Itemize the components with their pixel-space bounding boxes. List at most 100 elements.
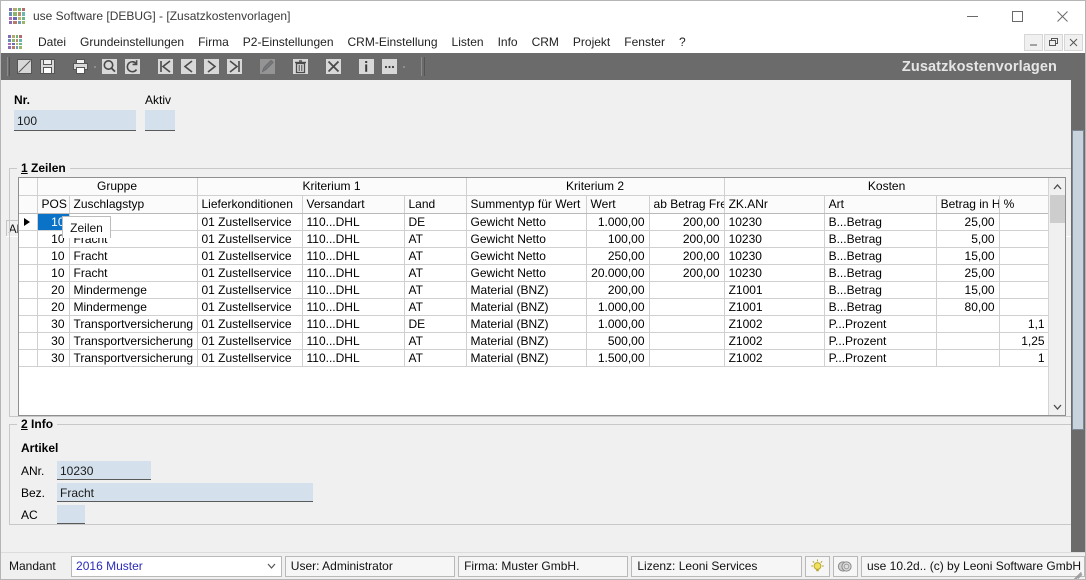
window-resize-grip[interactable]	[1071, 566, 1083, 579]
row-indicator[interactable]	[19, 247, 38, 265]
cell-summentyp[interactable]: Gewicht Netto	[466, 247, 587, 265]
cell-betrag_hw[interactable]	[936, 349, 1000, 367]
cell-land[interactable]: AT	[404, 247, 467, 265]
cell-zuschlagstyp[interactable]: Transportversicherung	[69, 332, 198, 350]
table-row[interactable]: 20 Mindermenge 01 Zustellservice 110...DHL A…	[19, 298, 1049, 316]
cell-art[interactable]: B...Betrag	[824, 230, 937, 248]
cell-zuschlagstyp[interactable]: Fracht	[69, 264, 198, 282]
cell-lieferkonditionen[interactable]: 01 Zustellservice	[197, 213, 303, 231]
menu-item-help[interactable]: ?	[672, 33, 693, 51]
cell-art[interactable]: B...Betrag	[824, 247, 937, 265]
cell-lieferkonditionen[interactable]: 01 Zustellservice	[197, 332, 303, 350]
nr-input[interactable]	[14, 110, 136, 131]
cell-zk_anr[interactable]: Z1002	[724, 315, 825, 333]
menu-item-datei[interactable]: Datei	[31, 33, 73, 51]
table-row[interactable]: 10 Fracht 01 Zustellservice 110...DHL AT Gewi…	[19, 247, 1049, 265]
cell-prozent[interactable]	[999, 281, 1049, 299]
cell-zk_anr[interactable]: 10230	[724, 264, 825, 282]
cell-prozent[interactable]	[999, 247, 1049, 265]
more-ellipsis-icon[interactable]	[379, 56, 400, 77]
cancel-x-icon[interactable]	[323, 56, 344, 77]
menu-item-listen[interactable]: Listen	[445, 33, 491, 51]
cell-lieferkonditionen[interactable]: 01 Zustellservice	[197, 298, 303, 316]
cell-summentyp[interactable]: Material (BNZ)	[466, 298, 587, 316]
cell-art[interactable]: B...Betrag	[824, 213, 937, 231]
cell-zuschlagstyp[interactable]: Transportversicherung	[69, 315, 198, 333]
row-indicator[interactable]	[19, 315, 38, 333]
cell-land[interactable]: AT	[404, 264, 467, 282]
cell-prozent[interactable]	[999, 213, 1049, 231]
cell-versandart[interactable]: 110...DHL	[302, 315, 405, 333]
cell-lieferkonditionen[interactable]: 01 Zustellservice	[197, 349, 303, 367]
cell-wert[interactable]: 1.000,00	[586, 315, 650, 333]
coins-icon[interactable]	[832, 555, 858, 577]
cell-pos[interactable]: 10	[37, 247, 70, 265]
cell-lieferkonditionen[interactable]: 01 Zustellservice	[197, 281, 303, 299]
cell-land[interactable]: DE	[404, 315, 467, 333]
grid-col-betrag-hw[interactable]: Betrag in HW	[936, 195, 1000, 214]
cell-zk_anr[interactable]: 10230	[724, 247, 825, 265]
cell-ab_betrag_frei[interactable]	[649, 281, 725, 299]
cell-art[interactable]: P...Prozent	[824, 349, 937, 367]
grid-col-zuschlagstyp[interactable]: Zuschlagstyp	[69, 195, 198, 214]
cell-summentyp[interactable]: Material (BNZ)	[466, 281, 587, 299]
cell-zuschlagstyp[interactable]: Transportversicherung	[69, 349, 198, 367]
row-indicator[interactable]	[19, 264, 38, 282]
grid-col-land[interactable]: Land	[404, 195, 467, 214]
grid-col-art[interactable]: Art	[824, 195, 937, 214]
cell-summentyp[interactable]: Gewicht Netto	[466, 213, 587, 231]
grid-scroll-up-button[interactable]	[1049, 178, 1065, 195]
cell-art[interactable]: B...Betrag	[824, 264, 937, 282]
previous-record-icon[interactable]	[178, 56, 199, 77]
menu-item-grundeinstellungen[interactable]: Grundeinstellungen	[73, 33, 191, 51]
cell-ab_betrag_frei[interactable]	[649, 349, 725, 367]
grid-col-ab-betrag-frei[interactable]: ab Betrag Frei	[649, 195, 725, 214]
cell-zuschlagstyp[interactable]: Fracht	[69, 247, 198, 265]
menu-item-crm-einstellung[interactable]: CRM-Einstellung	[341, 33, 445, 51]
cell-ab_betrag_frei[interactable]	[649, 315, 725, 333]
cell-versandart[interactable]: 110...DHL	[302, 247, 405, 265]
last-record-icon[interactable]	[224, 56, 245, 77]
hint-lightbulb-icon[interactable]	[804, 555, 830, 577]
menu-item-firma[interactable]: Firma	[191, 33, 236, 51]
cell-wert[interactable]: 1.500,00	[586, 349, 650, 367]
cell-pos[interactable]: 30	[37, 332, 70, 350]
grid-scroll-down-button[interactable]	[1049, 398, 1065, 415]
table-row[interactable]: 30 Transportversicherung 01 Zustellservice…	[19, 332, 1049, 350]
close-button[interactable]	[1040, 1, 1085, 31]
grid-col-versandart[interactable]: Versandart	[302, 195, 405, 214]
cell-land[interactable]: AT	[404, 230, 467, 248]
cell-ab_betrag_frei[interactable]: 200,00	[649, 264, 725, 282]
maximize-button[interactable]	[995, 1, 1040, 31]
cell-betrag_hw[interactable]: 15,00	[936, 281, 1000, 299]
cell-zk_anr[interactable]: Z1002	[724, 349, 825, 367]
grid-col-pos[interactable]: POS	[37, 195, 70, 214]
cell-versandart[interactable]: 110...DHL	[302, 230, 405, 248]
table-row[interactable]: 10 Fracht 01 Zustellservice 110...DHL AT Gewi…	[19, 264, 1049, 282]
cell-ab_betrag_frei[interactable]: 200,00	[649, 213, 725, 231]
table-row[interactable]: 10Fracht01 Zustellservice110...DHLDEGewi…	[19, 213, 1049, 231]
cell-land[interactable]: AT	[404, 281, 467, 299]
cell-summentyp[interactable]: Material (BNZ)	[466, 349, 587, 367]
menu-item-crm[interactable]: CRM	[525, 33, 566, 51]
grid-col-prozent[interactable]: %	[999, 195, 1049, 214]
cell-wert[interactable]: 20.000,00	[586, 264, 650, 282]
cell-land[interactable]: AT	[404, 332, 467, 350]
grid-col-zk-anr[interactable]: ZK.ANr	[724, 195, 825, 214]
cell-versandart[interactable]: 110...DHL	[302, 332, 405, 350]
next-record-icon[interactable]	[201, 56, 222, 77]
cell-art[interactable]: P...Prozent	[824, 315, 937, 333]
grid-scrollbar-thumb[interactable]	[1050, 195, 1065, 223]
cell-zk_anr[interactable]: 10230	[724, 230, 825, 248]
cell-wert[interactable]: 250,00	[586, 247, 650, 265]
table-row[interactable]: 30 Transportversicherung 01 Zustellservice…	[19, 315, 1049, 333]
table-row[interactable]: 20 Mindermenge 01 Zustellservice 110...DHL A…	[19, 281, 1049, 299]
mdi-minimize-button[interactable]	[1024, 34, 1043, 51]
cell-prozent[interactable]	[999, 264, 1049, 282]
mdi-vertical-scrollbar[interactable]	[1071, 80, 1085, 553]
grid-col-wert[interactable]: Wert	[586, 195, 650, 214]
minimize-button[interactable]	[950, 1, 995, 31]
cell-pos[interactable]: 30	[37, 315, 70, 333]
cell-versandart[interactable]: 110...DHL	[302, 281, 405, 299]
cell-betrag_hw[interactable]: 25,00	[936, 264, 1000, 282]
